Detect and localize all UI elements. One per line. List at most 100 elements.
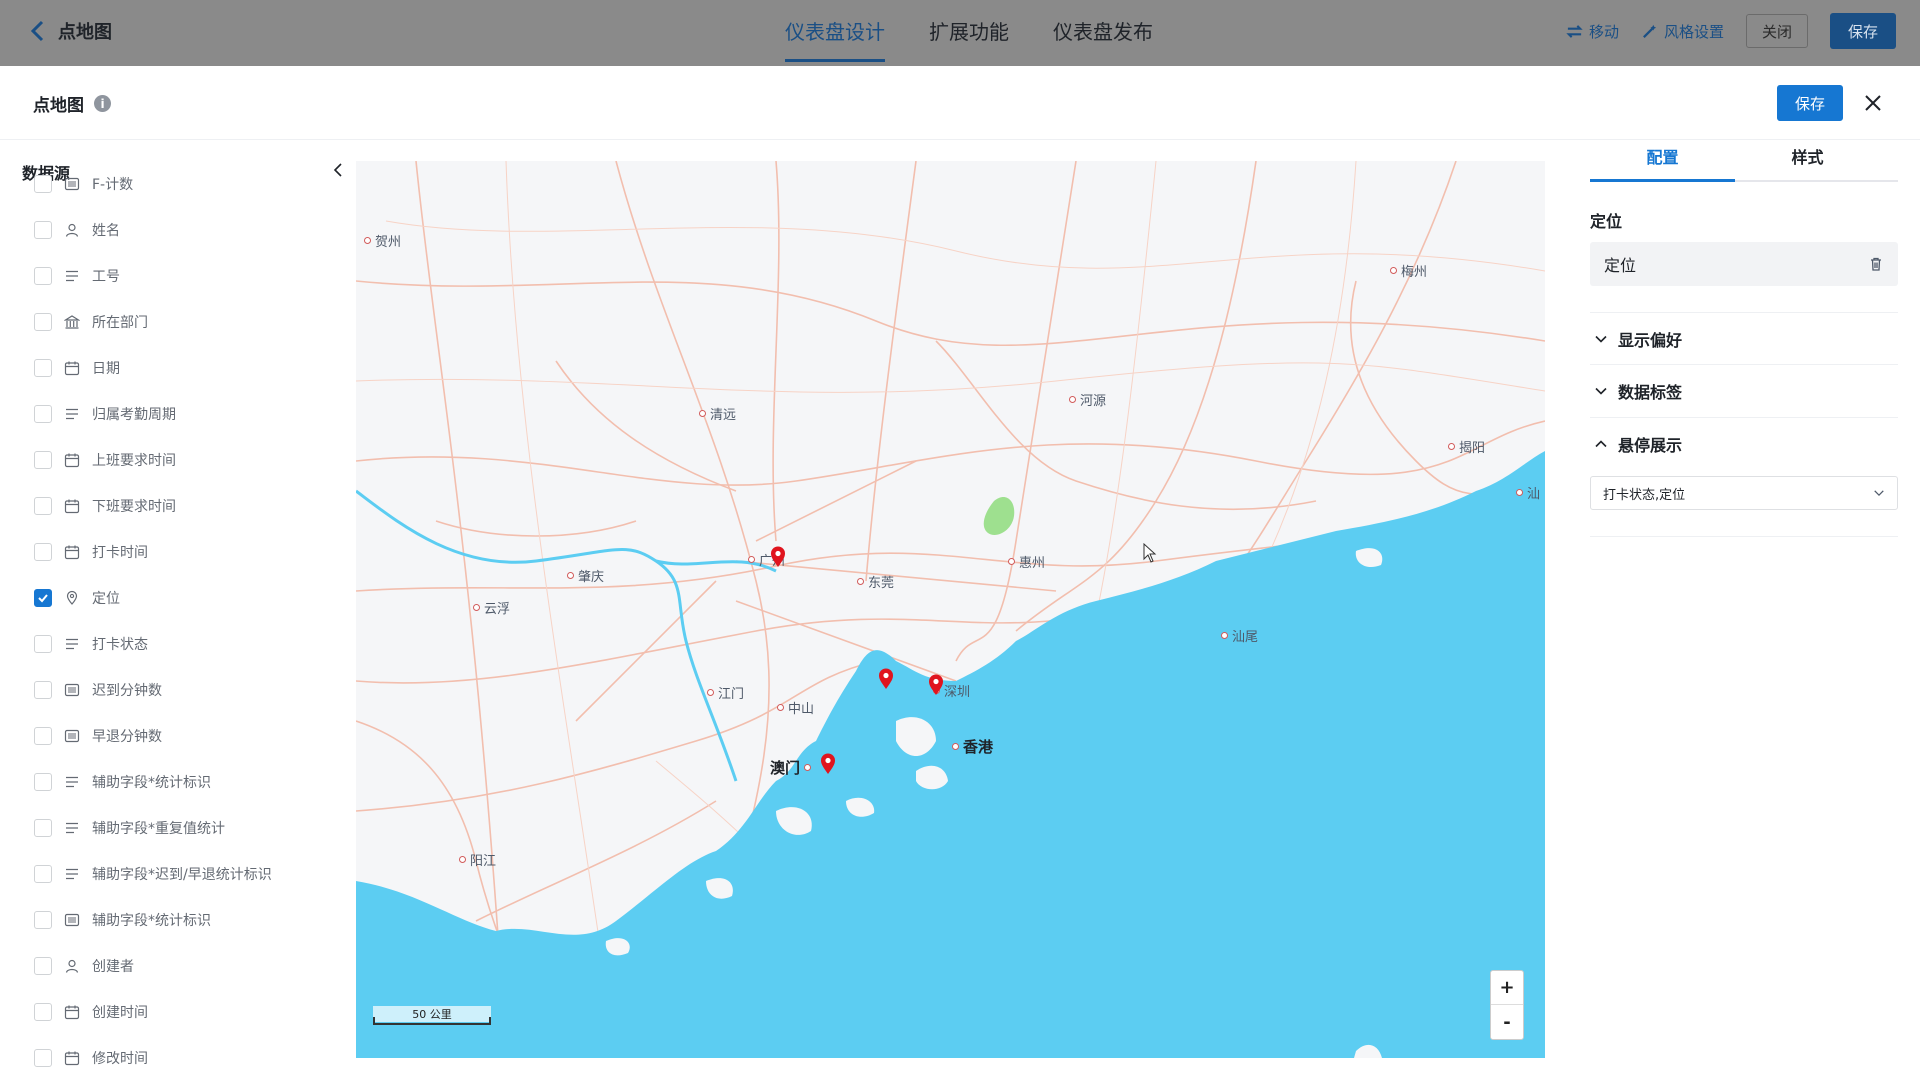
back-button[interactable]: 点地图 xyxy=(28,18,112,44)
field-checkbox[interactable] xyxy=(34,313,52,331)
field-item[interactable]: 日期 xyxy=(34,345,334,391)
modal-header: 点地图 i 保存 xyxy=(0,66,1920,140)
field-item[interactable]: F-计数 xyxy=(34,161,334,207)
magic-wand-icon xyxy=(1643,24,1657,38)
map-marker-icon[interactable] xyxy=(820,753,836,775)
close-icon[interactable] xyxy=(1862,92,1884,114)
field-label: 定位 xyxy=(92,591,120,607)
calendar-icon xyxy=(64,452,80,468)
field-label: 创建者 xyxy=(92,959,134,975)
field-item[interactable]: 下班要求时间 xyxy=(34,483,334,529)
style-settings-label: 风格设置 xyxy=(1663,22,1724,41)
field-checkbox[interactable] xyxy=(34,359,52,377)
field-label: 日期 xyxy=(92,361,120,377)
field-checkbox[interactable] xyxy=(34,589,52,607)
field-checkbox[interactable] xyxy=(34,865,52,883)
field-checkbox[interactable] xyxy=(34,267,52,285)
tab-dashboard-publish[interactable]: 仪表盘发布 xyxy=(1053,0,1153,66)
modal-save-button[interactable]: 保存 xyxy=(1777,85,1843,121)
zoom-in-button[interactable]: + xyxy=(1491,971,1523,1005)
city-label: 梅州 xyxy=(1390,261,1427,280)
location-field-chip[interactable]: 定位 xyxy=(1590,242,1898,286)
city-label: 河源 xyxy=(1069,390,1106,409)
chevron-down-icon xyxy=(1595,335,1607,343)
info-icon[interactable]: i xyxy=(94,95,111,112)
field-checkbox[interactable] xyxy=(34,773,52,791)
check-icon xyxy=(38,594,48,603)
field-item[interactable]: 归属考勤周期 xyxy=(34,391,334,437)
field-item[interactable]: 辅助字段*重复值统计 xyxy=(34,805,334,851)
style-settings-button[interactable]: 风格设置 xyxy=(1641,21,1724,42)
field-checkbox[interactable] xyxy=(34,405,52,423)
field-checkbox[interactable] xyxy=(34,681,52,699)
city-label: 揭阳 xyxy=(1448,437,1485,456)
field-item[interactable]: 打卡状态 xyxy=(34,621,334,667)
collapse-display-preference[interactable]: 显示偏好 xyxy=(1590,312,1898,364)
field-checkbox[interactable] xyxy=(34,221,52,239)
field-checkbox[interactable] xyxy=(34,175,52,193)
field-item[interactable]: 辅助字段*统计标识 xyxy=(34,897,334,943)
hover-fields-select[interactable]: 打卡状态,定位 xyxy=(1590,476,1898,510)
field-item[interactable]: 定位 xyxy=(34,575,334,621)
move-button[interactable]: 移动 xyxy=(1566,21,1619,42)
field-item[interactable]: 创建时间 xyxy=(34,989,334,1035)
field-label: 早退分钟数 xyxy=(92,729,162,745)
field-item[interactable]: 打卡时间 xyxy=(34,529,334,575)
field-checkbox[interactable] xyxy=(34,451,52,469)
field-item[interactable]: 创建者 xyxy=(34,943,334,989)
field-checkbox[interactable] xyxy=(34,635,52,653)
move-icon xyxy=(1566,24,1583,38)
field-checkbox[interactable] xyxy=(34,1003,52,1021)
field-checkbox[interactable] xyxy=(34,543,52,561)
department-icon xyxy=(63,314,81,330)
collapse-label: 数据标签 xyxy=(1618,382,1683,402)
city-label: 汕 xyxy=(1516,483,1540,502)
top-actions: 移动 风格设置 关闭 保存 xyxy=(1566,13,1896,49)
field-checkbox[interactable] xyxy=(34,819,52,837)
tab-extensions[interactable]: 扩展功能 xyxy=(929,0,1009,66)
config-tabs: 配置 样式 xyxy=(1590,140,1898,182)
field-checkbox[interactable] xyxy=(34,1049,52,1067)
map-marker-icon[interactable] xyxy=(878,668,894,690)
field-item[interactable]: 迟到分钟数 xyxy=(34,667,334,713)
map-canvas[interactable]: 贺州 梅州 清远 河源 揭阳 汕 广州 肇庆 东莞 惠州 云浮 汕尾 江门 中山… xyxy=(356,161,1545,1058)
location-field-value: 定位 xyxy=(1604,256,1637,275)
field-label: F-计数 xyxy=(92,177,134,193)
field-checkbox[interactable] xyxy=(34,727,52,745)
field-label: 迟到分钟数 xyxy=(92,683,162,699)
zoom-out-button[interactable]: - xyxy=(1491,1005,1523,1039)
close-button[interactable]: 关闭 xyxy=(1746,14,1808,48)
calendar-icon xyxy=(64,498,80,514)
field-item[interactable]: 早退分钟数 xyxy=(34,713,334,759)
save-button[interactable]: 保存 xyxy=(1830,13,1896,49)
top-tabs: 仪表盘设计 扩展功能 仪表盘发布 xyxy=(785,0,1153,66)
map-marker-icon[interactable] xyxy=(770,546,786,568)
field-item[interactable]: 上班要求时间 xyxy=(34,437,334,483)
field-item[interactable]: 工号 xyxy=(34,253,334,299)
field-label: 下班要求时间 xyxy=(92,499,176,515)
trash-icon[interactable] xyxy=(1868,256,1884,272)
field-checkbox[interactable] xyxy=(34,911,52,929)
field-list: F-计数姓名工号 所在部门日期归属考勤周期 上班要求时间下班要求时间打卡时间定位打卡… xyxy=(34,140,334,1079)
field-item[interactable]: 姓名 xyxy=(34,207,334,253)
field-label: 姓名 xyxy=(92,223,120,239)
field-checkbox[interactable] xyxy=(34,497,52,515)
city-label: 澳门 xyxy=(770,757,812,778)
tab-config[interactable]: 配置 xyxy=(1590,140,1735,182)
collapse-label: 悬停展示 xyxy=(1618,435,1683,455)
tab-style[interactable]: 样式 xyxy=(1735,140,1880,180)
field-item[interactable]: 所在部门 xyxy=(34,299,334,345)
collapse-data-label[interactable]: 数据标签 xyxy=(1590,364,1898,416)
map-marker-icon[interactable] xyxy=(928,674,944,696)
field-item[interactable]: 辅助字段*统计标识 xyxy=(34,759,334,805)
modal-title: 点地图 i xyxy=(33,91,111,116)
location-icon xyxy=(64,590,80,606)
field-item[interactable]: 修改时间 xyxy=(34,1035,334,1079)
text-icon xyxy=(64,268,80,284)
tab-dashboard-design[interactable]: 仪表盘设计 xyxy=(785,0,885,66)
field-checkbox[interactable] xyxy=(34,957,52,975)
move-label: 移动 xyxy=(1588,22,1619,41)
field-item[interactable]: 辅助字段*迟到/早退统计标识 xyxy=(34,851,334,897)
collapse-hover-display[interactable]: 悬停展示 xyxy=(1590,417,1898,469)
user-icon xyxy=(64,958,80,974)
